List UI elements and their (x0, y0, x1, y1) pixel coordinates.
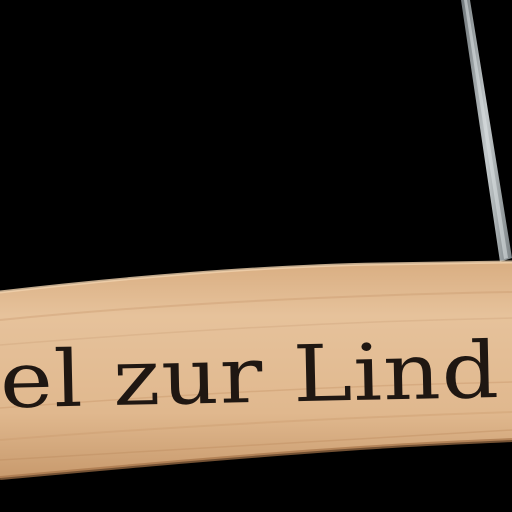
wire-hook (461, 0, 512, 262)
photo-scene: el zur Lind (0, 0, 512, 512)
engraved-text: el zur Lind (0, 326, 501, 426)
hanger-photo: el zur Lind (0, 0, 512, 480)
